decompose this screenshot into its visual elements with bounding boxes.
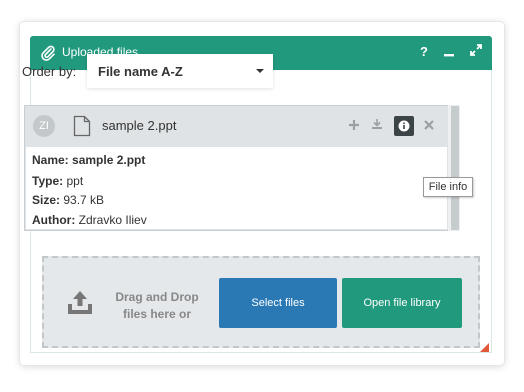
select-files-button[interactable]: Select files: [219, 278, 337, 328]
upload-icon: [68, 291, 92, 314]
expand-icon: [470, 44, 482, 56]
detail-author-label: Author:: [32, 213, 76, 227]
caret-down-icon: [256, 69, 264, 73]
minimize-button[interactable]: [440, 44, 458, 62]
file-card: ZI sample 2.ppt Name: sample 2.ppt Type:…: [24, 105, 450, 231]
detail-name-row: Name: sample 2.ppt: [32, 153, 145, 167]
detail-type-row: Type: ppt: [32, 174, 83, 188]
add-icon[interactable]: [345, 118, 363, 136]
drag-drop-line1: Drag and Drop: [115, 290, 199, 304]
scrollbar-thumb[interactable]: [451, 106, 459, 230]
detail-size-value: 93.7 kB: [63, 193, 105, 207]
maximize-button[interactable]: [467, 44, 485, 62]
file-info-tooltip: File info: [423, 177, 473, 197]
detail-type-label: Type:: [32, 174, 64, 188]
close-icon[interactable]: [420, 118, 438, 136]
open-file-library-button[interactable]: Open file library: [342, 278, 462, 328]
resize-handle-icon[interactable]: [480, 343, 489, 352]
file-name: sample 2.ppt: [102, 118, 177, 133]
order-by-label: Order by:: [22, 64, 77, 79]
detail-name-value: sample 2.ppt: [72, 153, 146, 167]
drop-zone[interactable]: Drag and Drop files here or Select files…: [42, 256, 480, 348]
detail-author-row: Author: Zdravko Iliev: [32, 213, 147, 227]
order-by-select[interactable]: File name A-Z: [87, 54, 273, 88]
document-icon: [73, 115, 91, 137]
info-icon[interactable]: [394, 116, 414, 136]
file-card-header: ZI sample 2.ppt: [25, 106, 449, 147]
help-button[interactable]: ?: [415, 44, 433, 62]
drag-drop-line2: files here or: [122, 307, 192, 321]
detail-author-value: Zdravko Iliev: [78, 213, 147, 227]
download-icon[interactable]: [368, 118, 386, 136]
detail-name-label: Name:: [32, 153, 69, 167]
file-details: Name: sample 2.ppt Type: ppt Size: 93.7 …: [26, 147, 447, 229]
detail-type-value: ppt: [66, 174, 84, 188]
order-by-value: File name A-Z: [98, 64, 183, 79]
paperclip-icon: [41, 45, 55, 61]
drag-drop-text: Drag and Drop files here or: [102, 289, 212, 323]
avatar: ZI: [33, 115, 55, 137]
minimize-icon: [444, 54, 454, 57]
detail-size-row: Size: 93.7 kB: [32, 193, 104, 207]
detail-size-label: Size:: [32, 193, 61, 207]
